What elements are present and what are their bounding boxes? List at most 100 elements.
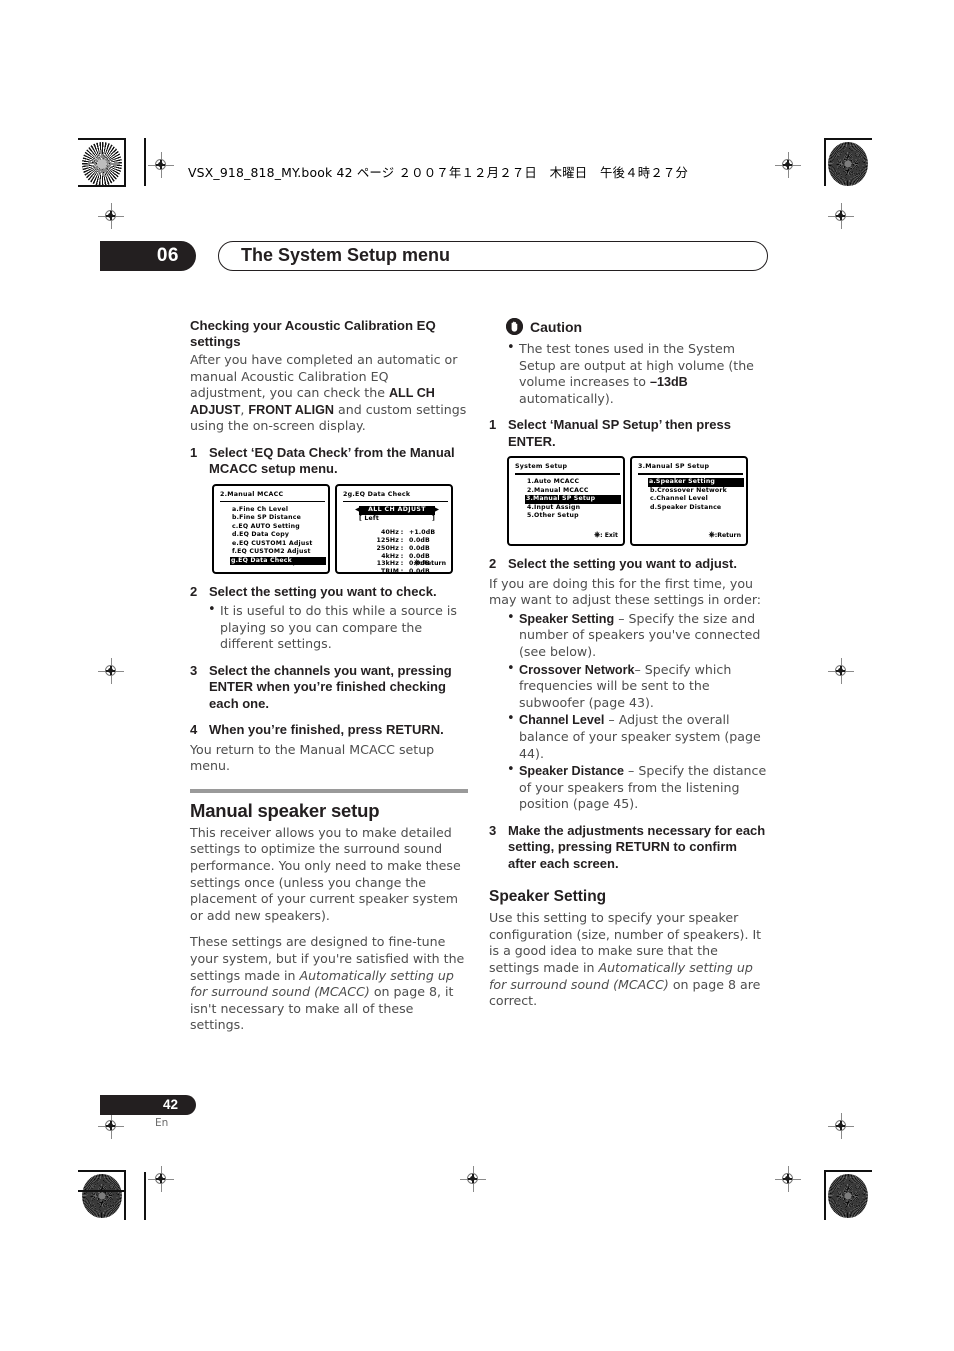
lcd-menu-item: e.EQ CUSTOM1 Adjust xyxy=(232,539,313,547)
lcd-menu-manual-mcacc: a.Fine Ch Level b.Fine SP Distance c.EQ … xyxy=(230,505,327,566)
registration-mark-upper-left-edge xyxy=(98,203,124,229)
speaker-setting-heading: Speaker Setting xyxy=(489,888,607,906)
lcd-menu-item: f.EQ CUSTOM2 Adjust xyxy=(232,548,311,556)
crop-mark-top-left-v2 xyxy=(144,138,146,186)
left-step-2-bullets: It is useful to do this while a source i… xyxy=(204,602,468,653)
crop-mark-top-right-v xyxy=(824,138,826,186)
hand-stop-icon xyxy=(506,318,523,335)
lcd-eq-channel-close: ] xyxy=(431,514,435,522)
lcd-menu-system-setup: 1.Auto MCACC 2.Manual MCACC 3.Manual SP … xyxy=(525,478,622,521)
left-step-4-number: 4 xyxy=(190,722,198,738)
lcd-eq-band: 40Hz xyxy=(381,528,399,536)
lcd-eq-band: TRIM xyxy=(380,568,399,574)
lcd-footer-manual-sp-setup: ⎈:Return xyxy=(709,530,741,540)
left-step-4-text: When you’re finished, press RETURN. xyxy=(209,722,444,738)
lcd-menu-item: 5.Other Setup xyxy=(527,512,579,520)
chapter-bar: 06 The System Setup menu xyxy=(100,241,768,271)
right-step-3: 3 Make the adjustments necessary for eac… xyxy=(489,823,767,872)
lcd-footer-label: :Return xyxy=(714,532,741,540)
crop-mark-bottom-left-h2 xyxy=(78,1190,126,1192)
lcd-menu-item: a.Fine Ch Level xyxy=(232,505,289,513)
lcd-menu-item: 2.Manual MCACC xyxy=(527,486,589,494)
lcd-menu-item: b.Fine SP Distance xyxy=(232,514,301,522)
crop-mark-top-left-h2 xyxy=(78,185,126,187)
right-step-1-text: Select ‘Manual SP Setup’ then press ENTE… xyxy=(508,417,731,449)
lcd-title-rule xyxy=(638,473,743,475)
lcd-eq-channel: [ Left ] xyxy=(359,515,435,522)
option-dash: – xyxy=(614,610,629,626)
option-term: Speaker Distance xyxy=(519,764,625,779)
right-step-1: 1 Select ‘Manual SP Setup’ then press EN… xyxy=(489,417,767,450)
lcd-eq-selector: ◀ ALL CH ADJUST ▶ xyxy=(355,505,439,515)
registration-mark-bottom-center xyxy=(460,1166,486,1192)
registration-mark-bottom-left xyxy=(148,1166,174,1192)
caution-text-a: The test tones used in the System Setup … xyxy=(519,341,754,390)
left-step-3-text: Select the channels you want, pressing E… xyxy=(209,662,452,711)
lcd-title-rule xyxy=(515,473,620,475)
list-item: Speaker Distance – Specify the distance … xyxy=(503,762,767,813)
setting-options-list: Speaker Setting – Specify the size and n… xyxy=(503,610,767,813)
lcd-eq-value: 0.0dB xyxy=(409,568,430,574)
right-step-2-number: 2 xyxy=(489,556,497,572)
lcd-eq-channel-label: [ Left xyxy=(359,514,379,522)
crop-mark-top-left-h xyxy=(78,138,126,140)
right-step-1-number: 1 xyxy=(489,417,497,433)
option-term: Speaker Setting xyxy=(519,611,615,626)
right-step-2-body: If you are doing this for the first time… xyxy=(489,575,762,608)
lcd-menu-item: 4.Input Assign xyxy=(527,503,581,511)
crop-mark-bottom-left-v2 xyxy=(144,1172,146,1220)
lcd-panel-eq-data-check: 2g.EQ Data Check ◀ ALL CH ADJUST ▶ [ Lef… xyxy=(335,483,453,574)
speaker-setting-paragraph: Use this setting to specify your speaker… xyxy=(489,910,767,1010)
left-step-1: 1 Select ‘EQ Data Check’ from the Manual… xyxy=(190,445,468,478)
lcd-footer-eq-data-check: ⎈:Return xyxy=(414,558,446,568)
crop-mark-top-left-v xyxy=(124,138,126,186)
page-language-code: En xyxy=(155,1117,169,1129)
crop-mark-bottom-left-v xyxy=(124,1172,126,1220)
option-dash: – xyxy=(604,712,619,728)
lcd-menu-item: c.Channel Level xyxy=(650,495,708,503)
front-align-term: FRONT ALIGN xyxy=(248,402,334,417)
registration-mark-mid-right xyxy=(828,658,854,684)
caution-label: Caution xyxy=(530,318,583,335)
caution-db-value: –13dB xyxy=(649,375,688,390)
lcd-title-rule xyxy=(220,500,325,503)
lcd-eq-band: 13kHz xyxy=(376,560,399,568)
lcd-panel-manual-mcacc: 2.Manual MCACC a.Fine Ch Level b.Fine SP… xyxy=(212,483,330,574)
lcd-diagram-group-right: System Setup 1.Auto MCACC 2.Manual MCACC… xyxy=(507,456,767,547)
list-item: Crossover Network– Specify which frequen… xyxy=(503,661,767,712)
registration-mark-lower-left-edge xyxy=(98,1113,124,1139)
caution-header: Caution xyxy=(506,318,767,335)
option-dash: – xyxy=(634,661,645,677)
lcd-footer-system-setup: ⎈: Exit xyxy=(594,530,618,540)
crop-mark-bottom-right-v xyxy=(824,1172,826,1220)
lcd-eq-band: 125Hz xyxy=(376,536,399,544)
lcd-footer-manual-mcacc: ⎈:Return xyxy=(291,558,323,568)
lcd-eq-row: TRIM:0.0dB xyxy=(357,568,439,574)
left-section-heading: Checking your Acoustic Calibration EQ se… xyxy=(190,318,436,349)
section-divider-rule xyxy=(190,788,468,793)
left-step-1-text: Select ‘EQ Data Check’ from the Manual M… xyxy=(209,444,455,477)
right-arrow-icon: ▶ xyxy=(434,507,439,514)
print-starburst-bottom-left xyxy=(82,1174,122,1218)
lcd-title-manual-mcacc: 2.Manual MCACC xyxy=(220,490,284,498)
right-step-3-number: 3 xyxy=(489,822,497,838)
caution-bullets: The test tones used in the System Setup … xyxy=(503,340,767,407)
lcd-menu-item: c.EQ AUTO Setting xyxy=(232,522,300,530)
lcd-footer-label: :Return xyxy=(296,559,323,567)
registration-mark-lower-right-edge xyxy=(828,1113,854,1139)
list-item: Speaker Setting – Specify the size and n… xyxy=(503,610,767,661)
left-step-4: 4 When you’re finished, press RETURN. xyxy=(190,722,468,738)
crop-mark-top-right-h xyxy=(824,138,872,140)
left-step-2-number: 2 xyxy=(190,583,198,599)
lcd-eq-selector-value: ALL CH ADJUST xyxy=(359,505,435,515)
crop-mark-bottom-left-h xyxy=(78,1170,126,1172)
running-header: VSX_918_818_MY.book 42 ページ ２００７年１２月２７日 木… xyxy=(188,165,689,180)
left-step-3: 3 Select the channels you want, pressing… xyxy=(190,663,468,712)
lcd-menu-item: b.Crossover Network xyxy=(650,486,727,494)
manual-speaker-setup-heading: Manual speaker setup xyxy=(190,799,380,821)
registration-mark-top-left xyxy=(148,152,174,178)
lcd-menu-item-selected: a.Speaker Setting xyxy=(648,478,744,487)
left-step-3-number: 3 xyxy=(190,662,198,678)
option-term: Channel Level xyxy=(519,713,605,728)
left-step-2-text: Select the setting you want to check. xyxy=(209,583,437,599)
